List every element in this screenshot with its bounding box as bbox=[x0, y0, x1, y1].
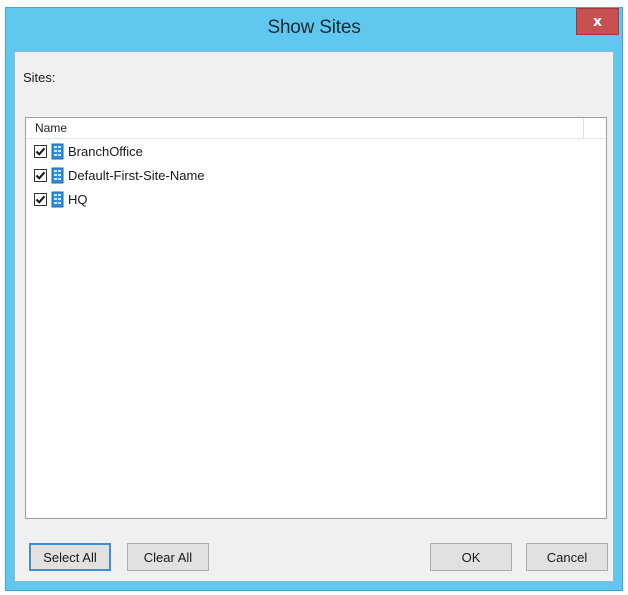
close-icon: x bbox=[592, 13, 603, 30]
close-button[interactable]: x bbox=[576, 8, 619, 35]
checkmark-icon bbox=[35, 147, 46, 156]
site-checkbox[interactable] bbox=[34, 144, 47, 158]
sites-label: Sites: bbox=[23, 70, 56, 85]
checkmark-icon bbox=[35, 171, 46, 180]
list-item[interactable]: BranchOffice bbox=[34, 139, 606, 163]
site-name: Default-First-Site-Name bbox=[68, 167, 205, 183]
title-bar[interactable]: Show Sites x bbox=[6, 8, 622, 52]
ok-button[interactable]: OK bbox=[430, 543, 512, 571]
site-icon bbox=[51, 167, 64, 183]
dialog-title: Show Sites bbox=[267, 17, 361, 38]
list-item[interactable]: HQ bbox=[34, 187, 606, 211]
select-all-button[interactable]: Select All bbox=[29, 543, 111, 571]
site-checkbox[interactable] bbox=[34, 168, 47, 182]
site-name: HQ bbox=[68, 191, 88, 207]
checkmark-icon bbox=[35, 195, 46, 204]
list-header: Name bbox=[26, 118, 606, 139]
clear-all-button[interactable]: Clear All bbox=[127, 543, 209, 571]
site-checkbox[interactable] bbox=[34, 192, 47, 206]
show-sites-dialog: Show Sites x Sites: Name BranchOffice De… bbox=[5, 7, 623, 591]
dialog-content: Sites: Name BranchOffice Default-First-S… bbox=[14, 51, 614, 582]
list-body: BranchOffice Default-First-Site-Name HQ bbox=[34, 139, 606, 211]
cancel-button[interactable]: Cancel bbox=[526, 543, 608, 571]
column-header-name[interactable]: Name bbox=[26, 118, 584, 138]
site-icon bbox=[51, 143, 64, 159]
site-name: BranchOffice bbox=[68, 143, 143, 159]
sites-list[interactable]: Name BranchOffice Default-First-Site-Nam… bbox=[25, 117, 607, 519]
list-item[interactable]: Default-First-Site-Name bbox=[34, 163, 606, 187]
site-icon bbox=[51, 191, 64, 207]
